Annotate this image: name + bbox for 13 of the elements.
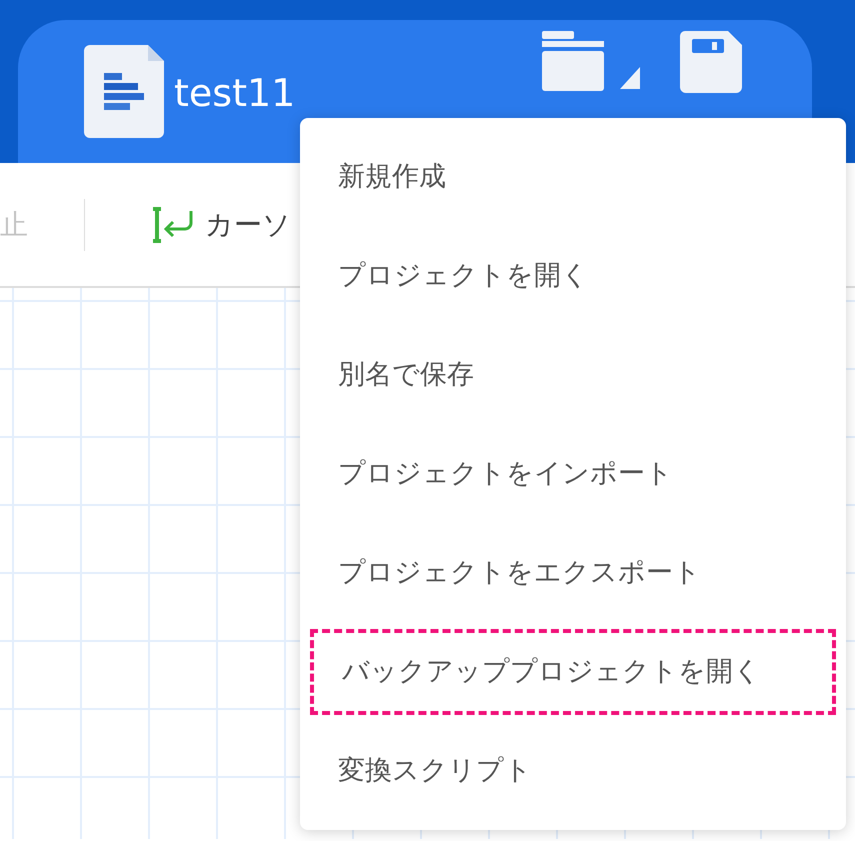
save-button[interactable]: [680, 31, 742, 93]
file-name: test11: [174, 70, 296, 117]
menu-item[interactable]: 別名で保存: [310, 332, 836, 418]
menu-item[interactable]: プロジェクトを開く: [310, 233, 836, 319]
menu-item[interactable]: 変換スクリプト: [310, 728, 836, 814]
document-icon: [84, 45, 164, 138]
menu-item[interactable]: 新規作成: [310, 134, 836, 220]
menu-item[interactable]: プロジェクトをエクスポート: [310, 530, 836, 616]
folder-icon: [542, 31, 640, 91]
cursor-button[interactable]: カーソ: [151, 204, 291, 246]
menu-item[interactable]: プロジェクトをインポート: [310, 431, 836, 517]
menu-item[interactable]: バックアッププロジェクトを開く: [310, 629, 836, 715]
open-button[interactable]: [542, 31, 640, 93]
